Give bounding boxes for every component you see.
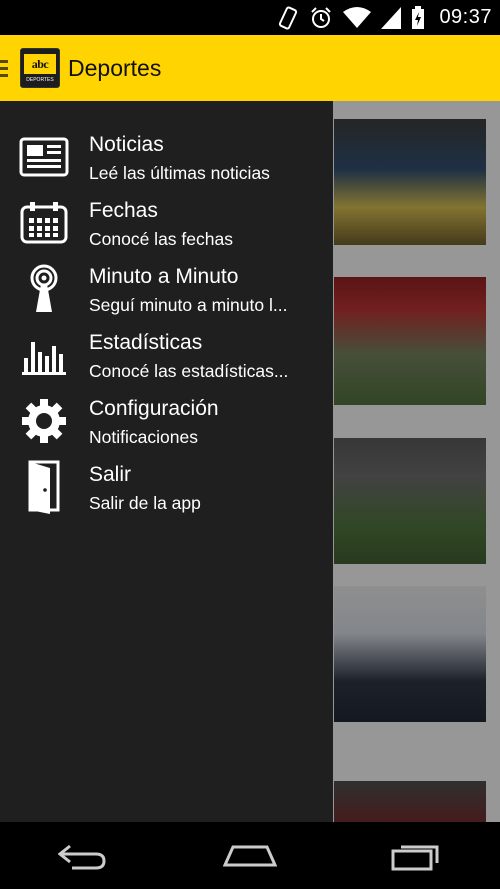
alarm-icon [311,6,332,28]
drawer-item-estadisticas[interactable]: Estadísticas Conocé las estadísticas... [0,321,333,387]
vibrate-icon [279,5,298,30]
drawer-item-subtitle: Seguí minuto a minuto l... [89,295,288,315]
back-button[interactable] [48,831,118,881]
drawer-item-subtitle: Conocé las estadísticas... [89,361,289,381]
drawer-item-subtitle: Notificaciones [89,427,198,447]
back-icon [58,844,106,869]
drawer-item-noticias[interactable]: Noticias Leé las últimas noticias [0,123,333,189]
status-icons: 09:37 [277,4,492,31]
status-clock: 09:37 [439,6,492,28]
drawer-item-title: Salir [89,463,132,486]
drawer-item-subtitle: Leé las últimas noticias [89,163,270,183]
app-logo[interactable]: abc DEPORTES [20,48,60,88]
drawer-item-title: Minuto a Minuto [89,265,239,288]
drawer-item-title: Estadísticas [89,331,203,354]
navigation-drawer: Noticias Leé las últimas noticias Fechas… [0,101,333,822]
drawer-item-salir[interactable]: Salir Salir de la app [0,453,333,519]
bar-chart-icon [18,329,70,381]
recent-apps-button[interactable] [382,831,452,881]
broadcast-icon [18,263,70,315]
home-button[interactable] [215,831,285,881]
logo-subtext: DEPORTES [26,77,54,83]
home-icon [222,845,277,866]
gear-icon [18,395,70,447]
calendar-icon [18,197,70,249]
drawer-item-subtitle: Conocé las fechas [89,229,233,249]
drawer-item-subtitle: Salir de la app [89,493,201,513]
system-nav-bar [0,822,500,889]
signal-icon [381,6,402,29]
page-title: Deportes [68,54,162,81]
battery-icon [412,5,425,29]
action-bar: abc DEPORTES Deportes [0,35,500,101]
drawer-toggle-icon[interactable] [0,35,14,101]
drawer-item-title: Configuración [89,397,219,420]
drawer-item-title: Fechas [89,199,158,222]
logo-text: abc [31,56,49,71]
drawer-item-minuto-a-minuto[interactable]: Minuto a Minuto Seguí minuto a minuto l.… [0,255,333,321]
drawer-item-configuracion[interactable]: Configuración Notificaciones [0,387,333,453]
drawer-item-fechas[interactable]: Fechas Conocé las fechas [0,189,333,255]
exit-door-icon [18,460,70,514]
drawer-item-title: Noticias [89,133,164,156]
newspaper-icon [18,131,70,183]
recent-apps-icon [391,845,439,870]
wifi-icon [343,6,372,28]
status-bar: 09:37 [0,0,500,35]
